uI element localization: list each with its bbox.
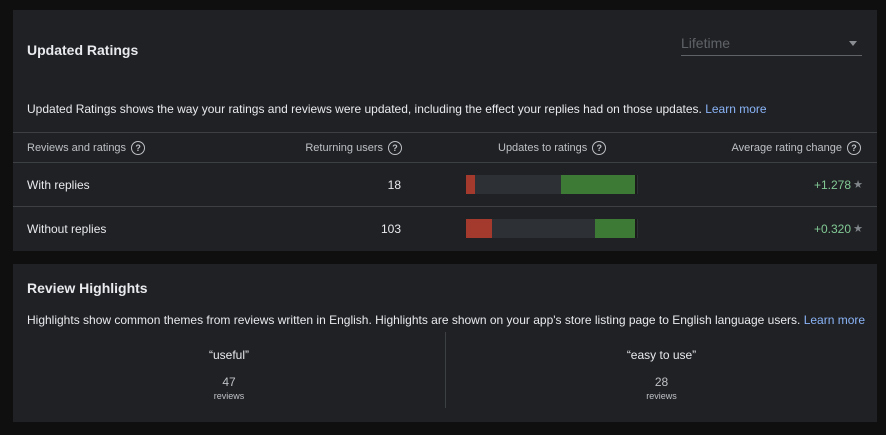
row-label: Without replies (27, 222, 107, 236)
highlight-term: “easy to use” (626, 348, 697, 362)
help-icon[interactable]: ? (131, 141, 146, 155)
highlight-count-unit: reviews (213, 391, 245, 401)
column-header-average-rating-change: Average rating change ? (731, 141, 861, 155)
help-icon[interactable]: ? (847, 141, 861, 155)
star-icon: ★ (853, 179, 863, 191)
help-icon[interactable]: ? (592, 141, 607, 155)
column-header-label: Returning users (305, 142, 383, 154)
returning-users-count: 103 (380, 222, 401, 236)
highlight-item: “easy to use” 28 reviews (445, 332, 877, 408)
ratings-table-header: Reviews and ratings ? Returning users ? … (13, 132, 877, 163)
updated-ratings-description-text: Updated Ratings shows the way your ratin… (27, 102, 702, 116)
negative-segment (466, 175, 475, 194)
updated-ratings-description: Updated Ratings shows the way your ratin… (27, 102, 767, 116)
period-select[interactable]: Lifetime (681, 32, 862, 56)
column-header-label: Average rating change (731, 142, 843, 154)
learn-more-link[interactable]: Learn more (705, 102, 766, 116)
bar-end-marker (634, 219, 637, 238)
highlights-grid: “useful” 47 reviews “easy to use” 28 rev… (13, 332, 877, 408)
highlight-item: “useful” 47 reviews (13, 332, 445, 408)
negative-segment (466, 219, 492, 238)
column-header-updates-to-ratings: Updates to ratings ? (498, 141, 607, 155)
highlight-term: “useful” (208, 348, 249, 362)
positive-segment (560, 175, 635, 194)
updated-ratings-card: Updated Ratings Lifetime Updated Ratings… (13, 10, 877, 251)
neutral-segment (491, 219, 595, 238)
column-header-label: Reviews and ratings (27, 142, 127, 154)
column-header-reviews-and-ratings: Reviews and ratings ? (27, 141, 146, 155)
column-header-returning-users: Returning users ? (305, 141, 402, 155)
column-header-label: Updates to ratings (498, 142, 588, 154)
help-icon[interactable]: ? (388, 141, 402, 155)
neutral-segment (474, 175, 561, 194)
review-highlights-description-text: Highlights show common themes from revie… (27, 313, 801, 327)
table-row: Without replies 103 +0.320 ★ (13, 207, 877, 251)
review-highlights-card: Review Highlights Highlights show common… (13, 264, 877, 422)
dropdown-caret-icon (849, 41, 857, 46)
highlight-count-unit: reviews (646, 391, 677, 401)
period-select-value: Lifetime (681, 35, 731, 51)
positive-segment (594, 219, 635, 238)
highlight-review-count: 47 (222, 375, 236, 389)
rating-updates-bar (466, 219, 638, 238)
review-highlights-description: Highlights show common themes from revie… (27, 313, 865, 327)
star-icon: ★ (853, 223, 863, 235)
table-row: With replies 18 +1.278 ★ (13, 163, 877, 207)
updated-ratings-title: Updated Ratings (27, 42, 139, 58)
returning-users-count: 18 (387, 178, 401, 192)
review-highlights-title: Review Highlights (27, 280, 148, 296)
average-rating-change: +1.278 (813, 178, 851, 192)
bar-end-marker (634, 175, 637, 194)
rating-updates-bar (466, 175, 638, 194)
row-label: With replies (27, 178, 90, 192)
average-rating-change: +0.320 (813, 222, 851, 236)
learn-more-link[interactable]: Learn more (804, 313, 865, 327)
highlight-review-count: 28 (654, 375, 669, 389)
